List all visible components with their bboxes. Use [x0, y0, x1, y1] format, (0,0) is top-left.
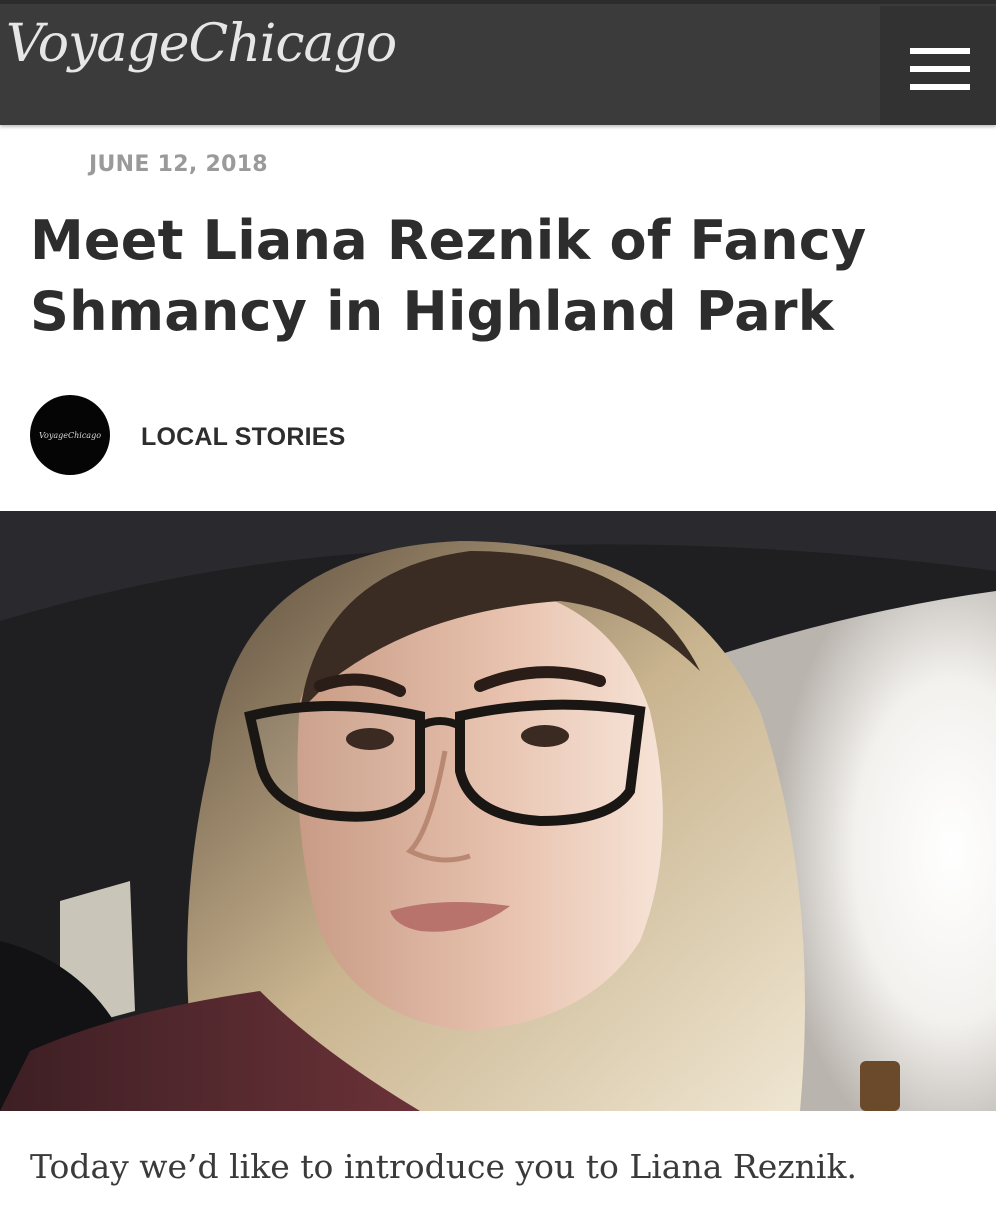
- menu-bar-line: [910, 84, 970, 90]
- category-link[interactable]: LOCAL STORIES: [141, 423, 345, 452]
- article-intro: Today we’d like to introduce you to Lian…: [30, 1147, 857, 1186]
- site-header: VoyageChicago: [0, 0, 996, 125]
- hero-photo: [0, 511, 996, 1111]
- post-date: JUNE 12, 2018: [89, 152, 268, 177]
- avatar-logo-text: VoyageChicago: [38, 430, 102, 440]
- menu-bar-line: [910, 66, 970, 72]
- menu-bar-line: [910, 48, 970, 54]
- article-title: Meet Liana Reznik of Fancy Shmancy in Hi…: [30, 209, 867, 343]
- site-logo[interactable]: VoyageChicago: [6, 14, 397, 74]
- hamburger-menu-icon[interactable]: [880, 6, 996, 125]
- author-avatar[interactable]: VoyageChicago: [30, 395, 110, 475]
